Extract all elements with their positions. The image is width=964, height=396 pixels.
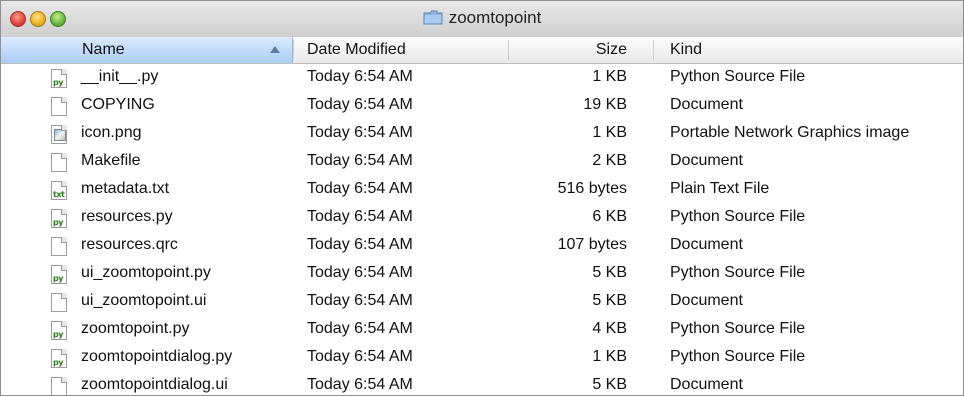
python-file-icon: py (51, 321, 67, 340)
python-file-icon: py (51, 209, 67, 228)
file-size: 5 KB (592, 292, 627, 309)
png-image-icon (51, 125, 67, 144)
file-size: 5 KB (592, 264, 627, 281)
file-row[interactable]: icon.png Today 6:54 AM 1 KB Portable Networ… (1, 120, 963, 148)
python-file-icon: py (51, 349, 67, 368)
file-date-modified: Today 6:54 AM (307, 348, 413, 365)
document-icon (51, 153, 67, 172)
text-file-icon: txt (51, 181, 67, 200)
document-icon (51, 377, 67, 395)
file-kind: Document (670, 96, 743, 113)
file-name: COPYING (81, 96, 155, 113)
file-name: __init__.py (81, 68, 159, 85)
document-icon (51, 97, 67, 116)
file-name: zoomtopoint.py (81, 320, 190, 337)
file-kind: Document (670, 292, 743, 309)
file-kind: Python Source File (670, 264, 806, 281)
file-name: resources.qrc (81, 236, 178, 253)
file-date-modified: Today 6:54 AM (307, 320, 413, 337)
file-date-modified: Today 6:54 AM (307, 376, 413, 393)
file-name: ui_zoomtopoint.ui (81, 292, 207, 309)
file-row[interactable]: zoomtopointdialog.ui Today 6:54 AM 5 KB Doc… (1, 372, 963, 395)
column-divider[interactable] (508, 40, 509, 60)
column-header-date[interactable]: Date Modified (307, 37, 406, 63)
file-size: 4 KB (592, 320, 627, 337)
file-date-modified: Today 6:54 AM (307, 236, 413, 253)
file-date-modified: Today 6:54 AM (307, 96, 413, 113)
file-kind: Python Source File (670, 68, 806, 85)
file-date-modified: Today 6:54 AM (307, 292, 413, 309)
file-name: metadata.txt (81, 180, 170, 197)
column-divider[interactable] (293, 40, 294, 60)
file-size: 516 bytes (557, 180, 627, 197)
document-icon (51, 293, 67, 312)
title-bar[interactable]: zoomtopoint (1, 1, 963, 38)
file-kind: Python Source File (670, 320, 806, 337)
file-row[interactable]: py ui_zoomtopoint.py Today 6:54 AM 5 KB Pyth… (1, 260, 963, 288)
file-row[interactable]: Makefile Today 6:54 AM 2 KB Document (1, 148, 963, 176)
file-date-modified: Today 6:54 AM (307, 180, 413, 197)
sort-ascending-icon (270, 46, 280, 53)
file-kind: Portable Network Graphics image (670, 124, 910, 141)
file-size: 6 KB (592, 208, 627, 225)
column-header-name[interactable]: Name (1, 37, 293, 63)
file-kind: Document (670, 152, 743, 169)
file-date-modified: Today 6:54 AM (307, 68, 413, 85)
file-row[interactable]: py zoomtopoint.py Today 6:54 AM 4 KB Python … (1, 316, 963, 344)
file-row[interactable]: py zoomtopointdialog.py Today 6:54 AM 1 KB P… (1, 344, 963, 372)
file-name: ui_zoomtopoint.py (81, 264, 211, 281)
column-header-name-label: Name (82, 41, 125, 58)
file-date-modified: Today 6:54 AM (307, 208, 413, 225)
file-size: 5 KB (592, 376, 627, 393)
column-header-size[interactable]: Size (521, 37, 627, 63)
file-row[interactable]: py resources.py Today 6:54 AM 6 KB Python So… (1, 204, 963, 232)
document-icon (51, 237, 67, 256)
python-file-icon: py (51, 69, 67, 88)
file-name: zoomtopointdialog.py (81, 348, 233, 365)
finder-window: zoomtopoint Name Date Modified Size Kind… (0, 0, 964, 396)
file-kind: Document (670, 236, 743, 253)
folder-icon (423, 10, 443, 25)
file-size: 1 KB (592, 68, 627, 85)
file-size: 1 KB (592, 124, 627, 141)
file-size: 19 KB (583, 96, 627, 113)
file-row[interactable]: txt metadata.txt Today 6:54 AM 516 bytes Pla… (1, 176, 963, 204)
file-kind: Python Source File (670, 208, 806, 225)
python-file-icon: py (51, 265, 67, 284)
file-size: 2 KB (592, 152, 627, 169)
column-header-bar: Name Date Modified Size Kind (1, 37, 963, 64)
file-name: Makefile (81, 152, 141, 169)
file-row[interactable]: ui_zoomtopoint.ui Today 6:54 AM 5 KB Docume… (1, 288, 963, 316)
window-title: zoomtopoint (448, 8, 542, 27)
file-row[interactable]: py __init__.py Today 6:54 AM 1 KB Python Sou… (1, 64, 963, 92)
column-divider[interactable] (653, 40, 654, 60)
file-kind: Plain Text File (670, 180, 770, 197)
file-row[interactable]: COPYING Today 6:54 AM 19 KB Document (1, 92, 963, 120)
file-name: icon.png (81, 124, 142, 141)
file-size: 1 KB (592, 348, 627, 365)
file-date-modified: Today 6:54 AM (307, 152, 413, 169)
column-header-kind[interactable]: Kind (670, 37, 702, 63)
file-kind: Python Source File (670, 348, 806, 365)
window-title-container: zoomtopoint (1, 8, 963, 28)
file-size: 107 bytes (557, 236, 627, 253)
file-date-modified: Today 6:54 AM (307, 264, 413, 281)
file-kind: Document (670, 376, 743, 393)
file-date-modified: Today 6:54 AM (307, 124, 413, 141)
file-name: resources.py (81, 208, 173, 225)
file-row[interactable]: resources.qrc Today 6:54 AM 107 bytes Docum… (1, 232, 963, 260)
file-name: zoomtopointdialog.ui (81, 376, 228, 393)
